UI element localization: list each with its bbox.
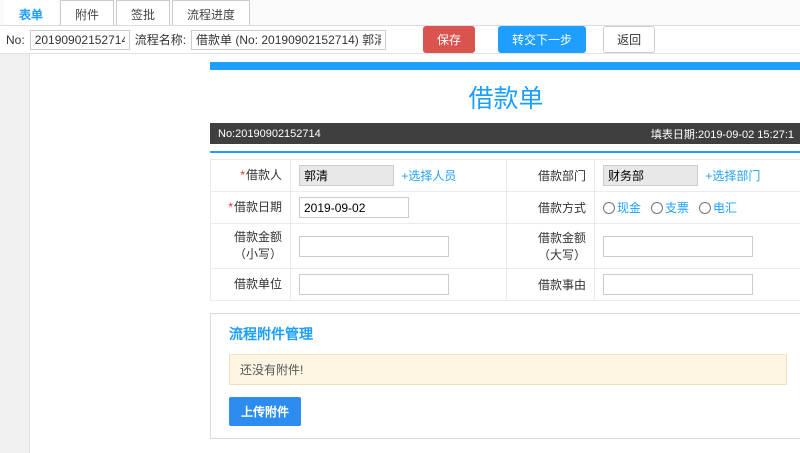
method-label: 借款方式: [537, 201, 586, 215]
select-dept-link[interactable]: +选择部门: [705, 169, 760, 183]
reason-label-cell: 借款事由: [506, 268, 595, 301]
dept-label: 借款部门: [537, 169, 586, 183]
table-row: *借款日期 借款方式 现金: [210, 191, 800, 224]
main-panel: 借款单 No:20190902152714 填表日期:2019-09-02 15…: [210, 54, 800, 453]
amount-lower-input[interactable]: [299, 235, 449, 257]
loan-form-panel: 借款单 No:20190902152714 填表日期:2019-09-02 15…: [210, 62, 800, 301]
date-label: 借款日期: [233, 200, 282, 215]
unit-label: 借款单位: [233, 277, 282, 292]
amount-upper-label-cell: 借款金额（大写）: [506, 223, 595, 269]
tab-approval[interactable]: 签批: [116, 0, 171, 25]
loan-form-table: *借款人 +选择人员 借款部门 +选择部门: [210, 159, 800, 301]
reason-label: 借款事由: [537, 278, 586, 292]
method-check-label: 支票: [665, 201, 690, 215]
required-mark: *: [228, 200, 233, 215]
date-label-cell: *借款日期: [210, 191, 291, 224]
borrower-label-cell: *借款人: [210, 159, 291, 192]
flow-name-input[interactable]: [191, 29, 387, 50]
amount-lower-label: 借款金额（小写）: [233, 230, 282, 261]
reason-input[interactable]: [603, 274, 753, 295]
panel-accent-bar: [210, 62, 800, 70]
method-cash-label: 现金: [617, 201, 642, 215]
attachments-title: 流程附件管理: [229, 326, 313, 342]
amount-lower-value-cell: [290, 223, 507, 269]
save-button[interactable]: 保存: [423, 26, 476, 53]
form-date-text: 填表日期:2019-09-02 15:27:1: [650, 128, 794, 141]
flow-name-label: 流程名称:: [134, 33, 187, 47]
method-value-cell: 现金 支票 电汇: [594, 191, 800, 224]
method-wire-radio[interactable]: [699, 201, 712, 214]
form-subheader: No:20190902152714 填表日期:2019-09-02 15:27:…: [210, 123, 800, 144]
method-wire-option[interactable]: 电汇: [699, 199, 737, 216]
page-title: 借款单: [468, 85, 544, 113]
next-step-button[interactable]: 转交下一步: [498, 26, 587, 53]
no-input[interactable]: [29, 29, 130, 50]
borrower-value-cell: +选择人员: [290, 159, 507, 192]
dept-input[interactable]: [603, 165, 698, 186]
method-cash-option[interactable]: 现金: [603, 199, 641, 216]
method-label-cell: 借款方式: [506, 191, 595, 224]
borrow-date-input[interactable]: [299, 197, 409, 218]
borrower-label: 借款人: [245, 168, 282, 183]
tab-progress[interactable]: 流程进度: [172, 0, 251, 25]
divider-line: [210, 151, 800, 153]
table-row: *借款人 +选择人员 借款部门 +选择部门: [210, 159, 800, 192]
borrow-method-radio-group: 现金 支票 电汇: [603, 199, 793, 216]
table-row: 借款金额（小写） 借款金额（大写）: [210, 223, 800, 269]
amount-lower-label-cell: 借款金额（小写）: [210, 223, 291, 269]
method-check-radio[interactable]: [651, 201, 664, 214]
no-attachments-notice: 还没有附件!: [229, 354, 787, 385]
method-check-option[interactable]: 支票: [651, 199, 689, 216]
app: 表单 附件 签批 流程进度 No: 流程名称: 保存 转交下一步 返回 借款单 …: [0, 0, 800, 453]
back-button[interactable]: 返回: [603, 26, 656, 53]
required-mark: *: [240, 168, 245, 183]
amount-upper-label: 借款金额（大写）: [537, 231, 586, 262]
method-cash-radio[interactable]: [603, 201, 615, 214]
attachments-panel: 流程附件管理 还没有附件! 上传附件: [210, 313, 800, 439]
date-value-cell: [290, 191, 507, 224]
tab-form[interactable]: 表单: [4, 0, 59, 25]
borrower-input[interactable]: [299, 165, 394, 186]
content-area: 借款单 No:20190902152714 填表日期:2019-09-02 15…: [0, 54, 800, 453]
unit-label-cell: 借款单位: [210, 268, 291, 301]
amount-upper-value-cell: [594, 223, 800, 269]
reason-value-cell: [594, 268, 800, 301]
upload-attachment-button[interactable]: 上传附件: [229, 397, 302, 426]
no-label: No:: [6, 32, 25, 47]
method-wire-label: 电汇: [713, 201, 738, 215]
unit-input[interactable]: [299, 274, 449, 295]
tab-attachments[interactable]: 附件: [60, 0, 115, 25]
amount-upper-input[interactable]: [603, 235, 753, 257]
form-no-text: No:20190902152714: [218, 127, 321, 140]
unit-value-cell: [290, 268, 507, 301]
dept-value-cell: +选择部门: [594, 159, 800, 192]
action-toolbar: No: 流程名称: 保存 转交下一步 返回: [0, 26, 800, 54]
table-row: 借款单位 借款事由: [210, 268, 800, 301]
select-person-link[interactable]: +选择人员: [401, 169, 456, 183]
dept-label-cell: 借款部门: [506, 159, 595, 192]
tab-bar: 表单 附件 签批 流程进度: [0, 0, 800, 26]
left-sidebar-strip: [0, 54, 30, 453]
